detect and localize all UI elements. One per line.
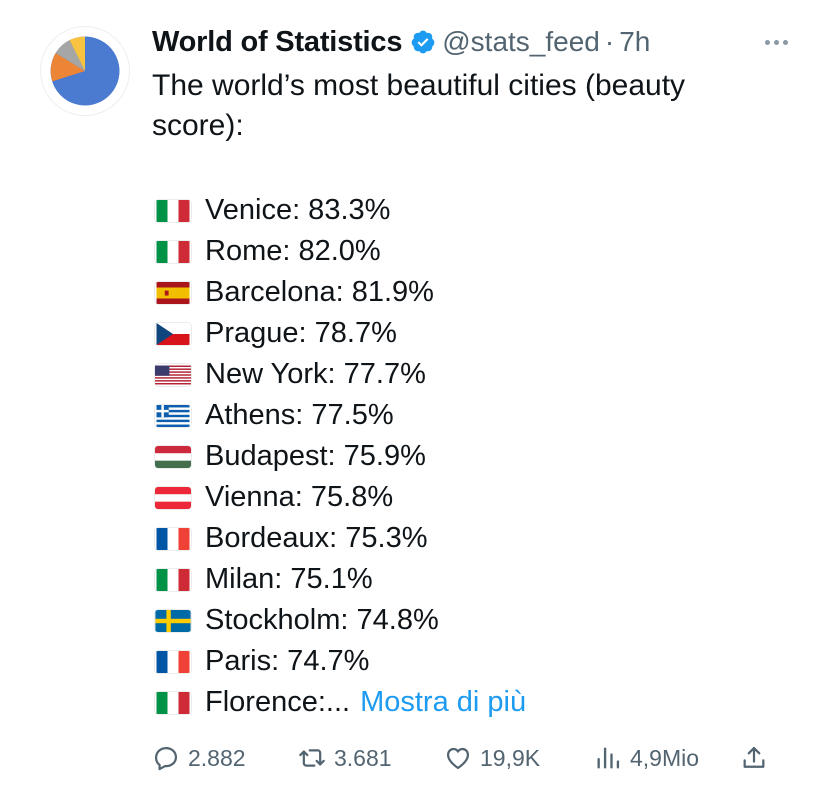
list-item-text: Prague: 78.7% xyxy=(205,317,397,349)
like-button[interactable]: 19,9K xyxy=(444,744,540,772)
list-item: Paris: 74.7% xyxy=(155,641,775,682)
spain-flag-icon xyxy=(155,281,191,304)
tweet-text: The world’s most beautiful cities (beaut… xyxy=(152,69,686,142)
usa-flag-icon xyxy=(155,364,191,386)
hungary-flag-icon xyxy=(155,445,191,468)
list-item: Florence:... Mostra di più xyxy=(155,682,775,723)
austria-flag-icon xyxy=(155,486,191,509)
show-more-link[interactable]: Mostra di più xyxy=(360,686,526,719)
list-item-text: Athens: 77.5% xyxy=(205,399,394,431)
more-options-icon[interactable] xyxy=(748,32,788,52)
pie-chart-avatar-icon xyxy=(50,36,120,106)
author-handle[interactable]: @stats_feed xyxy=(442,26,600,58)
italy-flag-icon xyxy=(155,568,191,591)
list-item-text: New York: 77.7% xyxy=(205,358,426,390)
avatar[interactable] xyxy=(40,26,130,116)
author-name[interactable]: World of Statistics xyxy=(152,26,402,59)
greece-flag-icon xyxy=(155,404,191,427)
france-flag-icon xyxy=(155,527,191,550)
czechia-flag-icon xyxy=(155,322,191,345)
city-list: Venice: 83.3% Rome: 82.0% Barcelona: 81.… xyxy=(155,190,775,723)
list-item: Prague: 78.7% xyxy=(155,313,775,354)
list-item-text: Venice: 83.3% xyxy=(205,194,391,226)
list-item: Bordeaux: 75.3% xyxy=(155,518,775,559)
list-item-text: Stockholm: 74.8% xyxy=(205,604,439,636)
list-item-text: Bordeaux: 75.3% xyxy=(205,522,428,554)
reply-count: 2.882 xyxy=(188,744,246,771)
list-item: Budapest: 75.9% xyxy=(155,436,775,477)
tweet-actions: 2.882 3.681 19,9K 4,9Mio xyxy=(152,736,792,780)
list-item-text: Vienna: 75.8% xyxy=(205,481,394,513)
list-item-text: Paris: 74.7% xyxy=(205,645,370,677)
list-item: Vienna: 75.8% xyxy=(155,477,775,518)
views-icon xyxy=(597,747,620,769)
list-item: Venice: 83.3% xyxy=(155,190,775,231)
italy-flag-icon xyxy=(155,691,191,714)
list-item-text: Milan: 75.1% xyxy=(205,563,373,595)
tweet-header: World of Statistics @stats_feed · 7h xyxy=(152,20,788,64)
views-button[interactable]: 4,9Mio xyxy=(594,744,699,772)
heart-icon xyxy=(446,747,470,770)
italy-flag-icon xyxy=(155,240,191,263)
list-item-text: Rome: 82.0% xyxy=(205,235,381,267)
verified-badge-icon xyxy=(411,30,435,54)
list-item: Milan: 75.1% xyxy=(155,559,775,600)
list-item: Stockholm: 74.8% xyxy=(155,600,775,641)
like-count: 19,9K xyxy=(480,744,541,771)
list-item: Rome: 82.0% xyxy=(155,231,775,272)
france-flag-icon xyxy=(155,650,191,673)
separator-dot: · xyxy=(604,26,615,57)
repost-icon xyxy=(299,749,325,767)
list-item-text: Barcelona: 81.9% xyxy=(205,276,434,308)
view-count: 4,9Mio xyxy=(630,744,700,771)
list-item: Athens: 77.5% xyxy=(155,395,775,436)
list-item: Barcelona: 81.9% xyxy=(155,272,775,313)
repost-button[interactable]: 3.681 xyxy=(298,744,392,772)
share-icon xyxy=(743,746,765,768)
italy-flag-icon xyxy=(155,199,191,222)
list-item-text: Budapest: 75.9% xyxy=(205,440,426,472)
share-button[interactable] xyxy=(740,744,776,772)
list-item: New York: 77.7% xyxy=(155,354,775,395)
reply-button[interactable]: 2.882 xyxy=(152,744,246,772)
repost-count: 3.681 xyxy=(334,744,392,771)
list-item-text: Florence:... xyxy=(205,686,351,718)
sweden-flag-icon xyxy=(155,609,191,632)
reply-icon xyxy=(154,746,178,771)
timestamp[interactable]: 7h xyxy=(619,26,650,58)
